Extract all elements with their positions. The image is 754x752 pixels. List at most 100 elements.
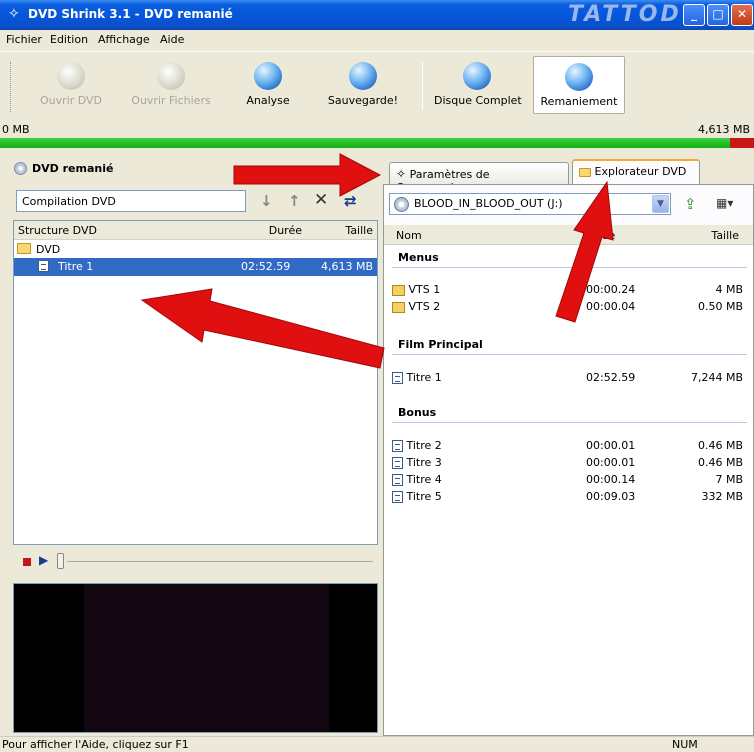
maximize-button[interactable]: □ xyxy=(707,4,729,26)
tree-row-title-1[interactable]: Titre 1 02:52.59 4,613 MB xyxy=(14,258,377,276)
chevron-down-icon[interactable]: ▼ xyxy=(652,195,669,213)
list-item[interactable]: Titre 5 00:09.03 332 MB xyxy=(392,490,747,506)
list-item[interactable]: Titre 1 02:52.59 7,244 MB xyxy=(392,371,747,387)
split-icon[interactable]: ⇄ xyxy=(344,192,357,210)
toolbar: Ouvrir DVD Ouvrir Fichiers Analyse Sauve… xyxy=(0,51,754,119)
group-divider xyxy=(392,354,747,355)
close-button[interactable]: ✕ xyxy=(731,4,753,26)
analyse-label: Analyse xyxy=(246,94,290,107)
seek-thumb[interactable] xyxy=(57,553,64,569)
item-size: 0.46 MB xyxy=(697,439,743,452)
item-size: 4 MB xyxy=(715,283,743,296)
menu-affichage[interactable]: Affichage xyxy=(98,33,150,46)
reauthor-pane: DVD remanié Compilation DVD ↓ ↑ ✕ ⇄ Stru… xyxy=(10,155,378,735)
right-tabs: ✧ Paramètres de Compression Explorateur … xyxy=(385,158,754,194)
list-item[interactable]: VTS 1 00:00.24 4 MB xyxy=(392,283,747,299)
dvd-drive-icon xyxy=(394,197,409,212)
seek-track[interactable] xyxy=(67,561,373,562)
title-bar[interactable]: ✧ DVD Shrink 3.1 - DVD remanié TATTOD _ … xyxy=(0,0,754,30)
move-up-icon[interactable]: ↑ xyxy=(288,192,301,210)
size-indicator: 0 MB 4,613 MB xyxy=(0,119,754,151)
open-files-icon xyxy=(157,62,185,90)
folder-up-icon[interactable]: ⇪ xyxy=(684,195,697,213)
title-size: 4,613 MB xyxy=(320,260,373,273)
open-dvd-label: Ouvrir DVD xyxy=(40,94,103,107)
column-size[interactable]: Taille xyxy=(306,221,377,240)
play-icon[interactable]: ▶ xyxy=(39,553,48,567)
full-disc-button[interactable]: Disque Complet xyxy=(434,56,522,114)
title-icon xyxy=(392,440,403,452)
item-duration: 00:00.01 xyxy=(586,439,636,452)
size-total-label: 4,613 MB xyxy=(697,123,750,136)
minimize-button[interactable]: _ xyxy=(683,4,705,26)
dvd-disc-icon xyxy=(14,162,27,175)
status-help-text: Pour afficher l'Aide, cliquez sur F1 xyxy=(2,738,189,751)
window-title: DVD Shrink 3.1 - DVD remanié xyxy=(28,7,233,21)
menu-bar: Fichier Edition Affichage Aide xyxy=(0,30,754,50)
tab-explorer-label: Explorateur DVD xyxy=(594,165,687,178)
title-icon xyxy=(38,260,49,272)
compilation-name-field[interactable]: Compilation DVD xyxy=(16,190,246,212)
item-duration: 00:09.03 xyxy=(586,490,636,503)
open-files-button[interactable]: Ouvrir Fichiers xyxy=(130,56,212,114)
title-icon xyxy=(392,474,403,486)
column-structure[interactable]: Structure DVD xyxy=(14,221,226,240)
title-icon xyxy=(392,457,403,469)
drive-select[interactable]: BLOOD_IN_BLOOD_OUT (J:) ▼ xyxy=(389,193,671,215)
dvd-explorer-pane: BLOOD_IN_BLOOD_OUT (J:) ▼ ⇪ ▦▾ Nom Durée… xyxy=(383,184,754,736)
analyse-button[interactable]: Analyse xyxy=(240,56,296,114)
column-duration[interactable]: Durée xyxy=(578,225,664,245)
open-files-label: Ouvrir Fichiers xyxy=(131,94,211,107)
dvd-structure-tree[interactable]: Structure DVD Durée Taille DVD Titre 1 0… xyxy=(13,220,378,545)
title-duration: 02:52.59 xyxy=(241,260,291,273)
group-divider xyxy=(392,267,747,268)
list-item[interactable]: VTS 2 00:00.04 0.50 MB xyxy=(392,300,747,316)
item-duration: 02:52.59 xyxy=(586,371,636,384)
group-divider xyxy=(392,422,747,423)
view-menu-icon[interactable]: ▦▾ xyxy=(716,196,733,210)
title-icon xyxy=(392,491,403,503)
item-duration: 00:00.24 xyxy=(586,283,636,296)
full-disc-icon xyxy=(463,62,491,90)
tab-compression[interactable]: ✧ Paramètres de Compression xyxy=(389,162,569,194)
item-name: Titre 1 xyxy=(406,371,442,384)
tab-explorer[interactable]: Explorateur DVD xyxy=(572,159,700,184)
folder-icon xyxy=(17,242,31,254)
compression-icon: ✧ xyxy=(396,167,407,181)
list-item[interactable]: Titre 3 00:00.01 0.46 MB xyxy=(392,456,747,472)
delete-icon[interactable]: ✕ xyxy=(314,190,328,210)
open-dvd-button[interactable]: Ouvrir DVD xyxy=(40,56,102,114)
size-progress-fill xyxy=(0,138,730,148)
toolbar-grip[interactable] xyxy=(10,62,13,112)
menu-edition[interactable]: Edition xyxy=(50,33,88,46)
item-duration: 00:00.14 xyxy=(586,473,636,486)
move-down-icon[interactable]: ↓ xyxy=(260,192,273,210)
full-disc-label: Disque Complet xyxy=(434,94,522,107)
column-size[interactable]: Taille xyxy=(664,225,753,245)
dvd-explorer-list[interactable]: Nom Durée Taille Menus VTS 1 00:00.24 4 … xyxy=(384,225,753,735)
column-duration[interactable]: Durée xyxy=(226,221,306,240)
column-name[interactable]: Nom xyxy=(384,225,578,245)
item-name: VTS 2 xyxy=(408,300,441,313)
title-icon xyxy=(392,372,403,384)
list-item[interactable]: Titre 2 00:00.01 0.46 MB xyxy=(392,439,747,455)
group-menus: Menus xyxy=(398,251,439,264)
status-bar: Pour afficher l'Aide, cliquez sur F1 NUM xyxy=(0,736,754,752)
reauthor-button[interactable]: Remaniement xyxy=(533,56,625,114)
reauthor-label: Remaniement xyxy=(540,95,618,108)
title-name: Titre 1 xyxy=(58,260,94,273)
menu-aide[interactable]: Aide xyxy=(160,33,184,46)
item-duration: 00:00.04 xyxy=(586,300,636,313)
stop-icon[interactable] xyxy=(23,558,31,566)
group-bonus: Bonus xyxy=(398,406,437,419)
backup-button[interactable]: Sauvegarde! xyxy=(326,56,400,114)
size-overflow-indicator xyxy=(730,138,754,148)
player-controls: ▶ xyxy=(13,553,378,579)
brand-watermark: TATTOD xyxy=(568,2,682,27)
item-name: VTS 1 xyxy=(408,283,441,296)
tree-root[interactable]: DVD xyxy=(14,241,377,259)
dvd-disc-icon xyxy=(57,62,85,90)
list-item[interactable]: Titre 4 00:00.14 7 MB xyxy=(392,473,747,489)
menu-fichier[interactable]: Fichier xyxy=(6,33,42,46)
item-name: Titre 3 xyxy=(406,456,442,469)
